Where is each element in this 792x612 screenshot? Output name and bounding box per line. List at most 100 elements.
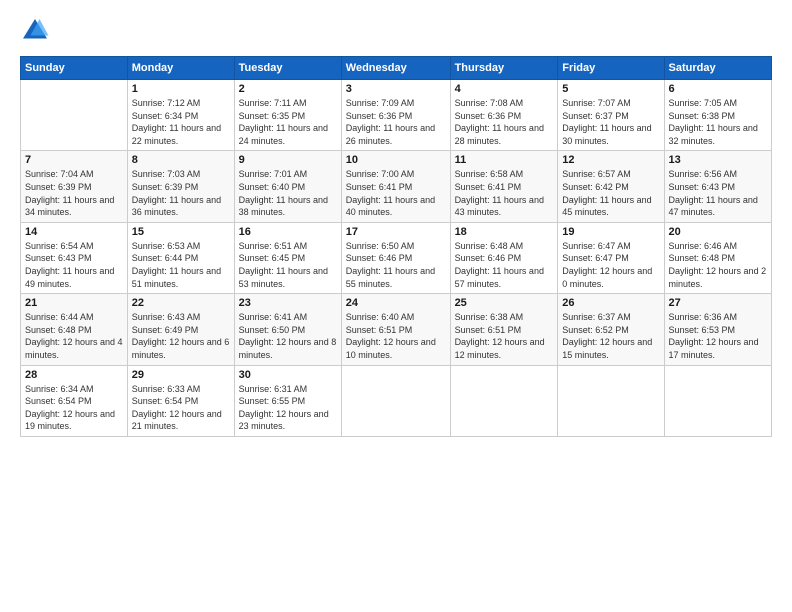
- calendar-cell: 30 Sunrise: 6:31 AM Sunset: 6:55 PM Dayli…: [234, 365, 341, 436]
- calendar-cell: 12 Sunrise: 6:57 AM Sunset: 6:42 PM Dayli…: [558, 151, 664, 222]
- day-number: 13: [669, 154, 767, 166]
- calendar-table: Sunday Monday Tuesday Wednesday Thursday…: [20, 56, 772, 437]
- day-number: 21: [25, 297, 123, 309]
- day-info: Sunrise: 6:43 AM Sunset: 6:49 PM Dayligh…: [132, 311, 230, 361]
- header: [20, 16, 772, 46]
- calendar-cell: 10Sunrise: 7:00 AM Sunset: 6:41 PM Dayli…: [341, 151, 450, 222]
- col-monday: Monday: [127, 57, 234, 80]
- day-info: Sunrise: 6:38 AM Sunset: 6:51 PM Dayligh…: [455, 311, 554, 361]
- calendar-cell: 27Sunrise: 6:36 AM Sunset: 6:53 PM Dayli…: [664, 294, 771, 365]
- calendar-cell: 5 Sunrise: 7:07 AM Sunset: 6:37 PM Daylig…: [558, 80, 664, 151]
- day-info: Sunrise: 6:37 AM Sunset: 6:52 PM Dayligh…: [562, 311, 659, 361]
- day-info: Sunrise: 6:40 AM Sunset: 6:51 PM Dayligh…: [346, 311, 446, 361]
- day-number: 6: [669, 83, 767, 95]
- day-info: Sunrise: 7:12 AM Sunset: 6:34 PM Dayligh…: [132, 97, 230, 147]
- logo-icon: [20, 16, 50, 46]
- calendar-cell: 22 Sunrise: 6:43 AM Sunset: 6:49 PM Dayli…: [127, 294, 234, 365]
- day-number: 4: [455, 83, 554, 95]
- col-friday: Friday: [558, 57, 664, 80]
- calendar-week-4: 28Sunrise: 6:34 AM Sunset: 6:54 PM Dayli…: [21, 365, 772, 436]
- day-info: Sunrise: 6:31 AM Sunset: 6:55 PM Dayligh…: [239, 383, 337, 433]
- col-wednesday: Wednesday: [341, 57, 450, 80]
- day-number: 19: [562, 226, 659, 238]
- day-number: 5: [562, 83, 659, 95]
- calendar-cell: [558, 365, 664, 436]
- day-info: Sunrise: 7:11 AM Sunset: 6:35 PM Dayligh…: [239, 97, 337, 147]
- calendar-cell: 19Sunrise: 6:47 AM Sunset: 6:47 PM Dayli…: [558, 222, 664, 293]
- col-tuesday: Tuesday: [234, 57, 341, 80]
- day-number: 17: [346, 226, 446, 238]
- calendar-body: 1 Sunrise: 7:12 AM Sunset: 6:34 PM Daylig…: [21, 80, 772, 437]
- calendar-cell: 11 Sunrise: 6:58 AM Sunset: 6:41 PM Dayli…: [450, 151, 558, 222]
- calendar-cell: 29 Sunrise: 6:33 AM Sunset: 6:54 PM Dayli…: [127, 365, 234, 436]
- calendar-cell: 13Sunrise: 6:56 AM Sunset: 6:43 PM Dayli…: [664, 151, 771, 222]
- calendar-cell: 16 Sunrise: 6:51 AM Sunset: 6:45 PM Dayli…: [234, 222, 341, 293]
- day-info: Sunrise: 6:51 AM Sunset: 6:45 PM Dayligh…: [239, 240, 337, 290]
- day-number: 7: [25, 154, 123, 166]
- day-number: 16: [239, 226, 337, 238]
- logo: [20, 16, 54, 46]
- calendar-cell: 28Sunrise: 6:34 AM Sunset: 6:54 PM Dayli…: [21, 365, 128, 436]
- day-number: 30: [239, 369, 337, 381]
- calendar-header: Sunday Monday Tuesday Wednesday Thursday…: [21, 57, 772, 80]
- day-number: 24: [346, 297, 446, 309]
- calendar-cell: 4 Sunrise: 7:08 AM Sunset: 6:36 PM Daylig…: [450, 80, 558, 151]
- calendar-cell: 24 Sunrise: 6:40 AM Sunset: 6:51 PM Dayli…: [341, 294, 450, 365]
- calendar-cell: 15Sunrise: 6:53 AM Sunset: 6:44 PM Dayli…: [127, 222, 234, 293]
- day-info: Sunrise: 7:07 AM Sunset: 6:37 PM Dayligh…: [562, 97, 659, 147]
- day-info: Sunrise: 6:33 AM Sunset: 6:54 PM Dayligh…: [132, 383, 230, 433]
- calendar-cell: 17 Sunrise: 6:50 AM Sunset: 6:46 PM Dayli…: [341, 222, 450, 293]
- day-number: 9: [239, 154, 337, 166]
- calendar-cell: [450, 365, 558, 436]
- calendar-cell: 21 Sunrise: 6:44 AM Sunset: 6:48 PM Dayli…: [21, 294, 128, 365]
- day-info: Sunrise: 6:44 AM Sunset: 6:48 PM Dayligh…: [25, 311, 123, 361]
- calendar-cell: 25 Sunrise: 6:38 AM Sunset: 6:51 PM Dayli…: [450, 294, 558, 365]
- day-number: 20: [669, 226, 767, 238]
- day-number: 29: [132, 369, 230, 381]
- day-info: Sunrise: 6:46 AM Sunset: 6:48 PM Dayligh…: [669, 240, 767, 290]
- calendar-week-0: 1 Sunrise: 7:12 AM Sunset: 6:34 PM Daylig…: [21, 80, 772, 151]
- calendar-week-2: 14 Sunrise: 6:54 AM Sunset: 6:43 PM Dayli…: [21, 222, 772, 293]
- calendar-cell: 1 Sunrise: 7:12 AM Sunset: 6:34 PM Daylig…: [127, 80, 234, 151]
- day-info: Sunrise: 6:50 AM Sunset: 6:46 PM Dayligh…: [346, 240, 446, 290]
- day-info: Sunrise: 7:03 AM Sunset: 6:39 PM Dayligh…: [132, 168, 230, 218]
- day-info: Sunrise: 6:54 AM Sunset: 6:43 PM Dayligh…: [25, 240, 123, 290]
- day-info: Sunrise: 7:08 AM Sunset: 6:36 PM Dayligh…: [455, 97, 554, 147]
- day-number: 28: [25, 369, 123, 381]
- day-number: 25: [455, 297, 554, 309]
- day-number: 23: [239, 297, 337, 309]
- day-number: 2: [239, 83, 337, 95]
- calendar-cell: [341, 365, 450, 436]
- day-number: 12: [562, 154, 659, 166]
- calendar-cell: 6 Sunrise: 7:05 AM Sunset: 6:38 PM Daylig…: [664, 80, 771, 151]
- day-info: Sunrise: 6:57 AM Sunset: 6:42 PM Dayligh…: [562, 168, 659, 218]
- day-number: 8: [132, 154, 230, 166]
- day-number: 11: [455, 154, 554, 166]
- day-number: 26: [562, 297, 659, 309]
- col-saturday: Saturday: [664, 57, 771, 80]
- day-info: Sunrise: 6:41 AM Sunset: 6:50 PM Dayligh…: [239, 311, 337, 361]
- calendar-cell: [664, 365, 771, 436]
- day-number: 18: [455, 226, 554, 238]
- day-number: 14: [25, 226, 123, 238]
- calendar-cell: 2 Sunrise: 7:11 AM Sunset: 6:35 PM Daylig…: [234, 80, 341, 151]
- day-number: 27: [669, 297, 767, 309]
- day-number: 10: [346, 154, 446, 166]
- day-number: 22: [132, 297, 230, 309]
- day-info: Sunrise: 6:58 AM Sunset: 6:41 PM Dayligh…: [455, 168, 554, 218]
- calendar-cell: 3Sunrise: 7:09 AM Sunset: 6:36 PM Daylig…: [341, 80, 450, 151]
- calendar-cell: 8 Sunrise: 7:03 AM Sunset: 6:39 PM Daylig…: [127, 151, 234, 222]
- col-thursday: Thursday: [450, 57, 558, 80]
- day-info: Sunrise: 7:05 AM Sunset: 6:38 PM Dayligh…: [669, 97, 767, 147]
- calendar-cell: 18Sunrise: 6:48 AM Sunset: 6:46 PM Dayli…: [450, 222, 558, 293]
- col-sunday: Sunday: [21, 57, 128, 80]
- calendar-week-3: 21 Sunrise: 6:44 AM Sunset: 6:48 PM Dayli…: [21, 294, 772, 365]
- day-info: Sunrise: 7:09 AM Sunset: 6:36 PM Dayligh…: [346, 97, 446, 147]
- calendar-cell: [21, 80, 128, 151]
- calendar-cell: 14 Sunrise: 6:54 AM Sunset: 6:43 PM Dayli…: [21, 222, 128, 293]
- calendar-cell: 20 Sunrise: 6:46 AM Sunset: 6:48 PM Dayli…: [664, 222, 771, 293]
- calendar-week-1: 7Sunrise: 7:04 AM Sunset: 6:39 PM Daylig…: [21, 151, 772, 222]
- day-info: Sunrise: 7:01 AM Sunset: 6:40 PM Dayligh…: [239, 168, 337, 218]
- day-number: 15: [132, 226, 230, 238]
- day-number: 1: [132, 83, 230, 95]
